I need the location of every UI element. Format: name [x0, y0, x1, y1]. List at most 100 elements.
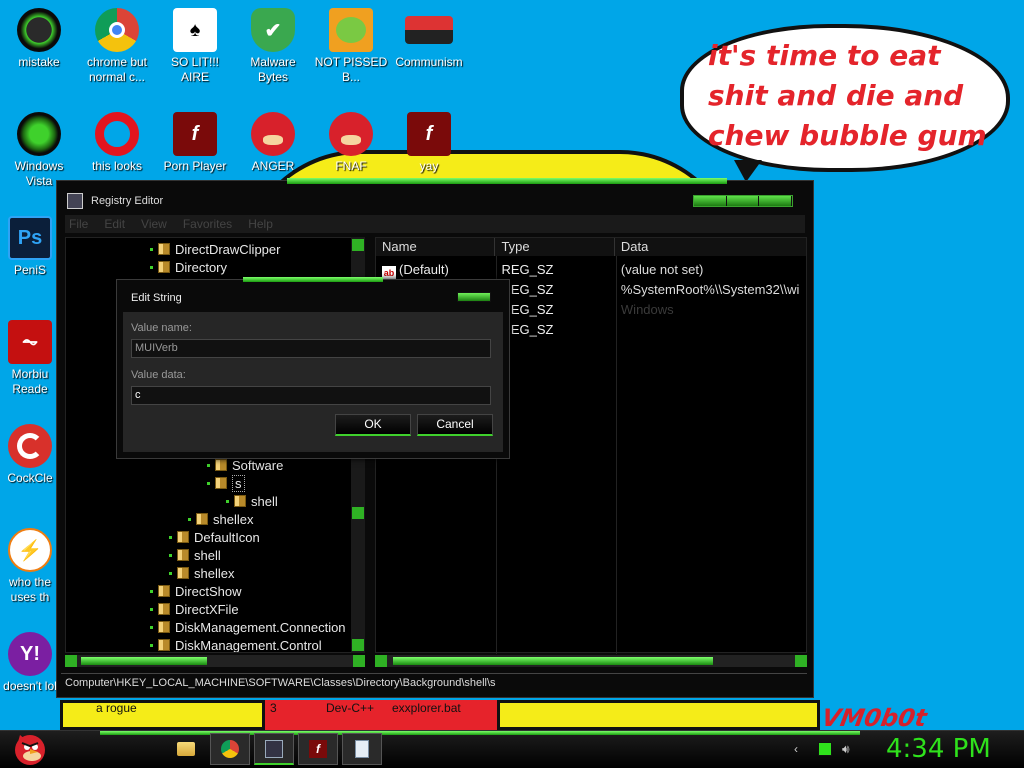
desktop-icon-yay[interactable]: f yay — [390, 112, 468, 174]
speech-bubble-tail — [734, 160, 762, 182]
photoshop-icon: Ps — [8, 216, 52, 260]
taskbar-chrome[interactable] — [210, 733, 250, 765]
desktop-icon-label: Communism — [395, 55, 463, 69]
column-data[interactable]: Data — [615, 238, 806, 256]
menu-file[interactable]: File — [69, 215, 88, 233]
desktop-icon-who-the[interactable]: ⚡ who the uses th — [0, 528, 60, 605]
angry-bird-icon — [251, 112, 295, 156]
value-row[interactable]: ab (Default) REG_SZ (value not set) — [376, 260, 806, 280]
close-button[interactable] — [759, 196, 793, 206]
menu-edit[interactable]: Edit — [104, 215, 125, 233]
column-type[interactable]: Type — [495, 238, 615, 256]
tree-item[interactable]: DefaultIcon — [169, 528, 260, 546]
tree-connector — [150, 247, 153, 251]
desktop-icon-label: Morbiu Reade — [11, 367, 49, 396]
tree-connector — [150, 589, 153, 593]
flash-icon: f — [309, 740, 327, 758]
scroll-right-button[interactable] — [795, 655, 807, 667]
scroll-left-button[interactable] — [65, 655, 77, 667]
angry-pig-icon — [329, 8, 373, 52]
taskbar-regedit[interactable] — [254, 733, 294, 765]
value-data — [615, 320, 806, 340]
scroll-left-button[interactable] — [375, 655, 387, 667]
tree-item[interactable]: DiskManagement.Connection — [150, 618, 346, 636]
opera-icon — [95, 112, 139, 156]
desktop-icon-fnaf[interactable]: FNAF — [312, 112, 390, 174]
value-data-field[interactable]: c — [131, 386, 491, 405]
folder-icon — [158, 621, 170, 633]
taskbar-notepad[interactable] — [342, 733, 382, 765]
wallpaper-label: Dev-C++ — [326, 701, 375, 715]
taskbar-flash[interactable]: f — [298, 733, 338, 765]
tree-connector — [188, 517, 191, 521]
scroll-thumb[interactable] — [81, 657, 207, 665]
maximize-button[interactable] — [726, 196, 760, 206]
taskbar-explorer[interactable] — [166, 733, 206, 765]
desktop-icon-anger[interactable]: ANGER — [234, 112, 312, 174]
window-controls[interactable] — [693, 195, 793, 207]
menu-help[interactable]: Help — [248, 215, 273, 233]
desktop-icon-not-pissed[interactable]: NOT PISSED B... — [312, 8, 390, 85]
regedit-icon — [265, 739, 283, 758]
desktop-icon-communism[interactable]: Communism — [390, 8, 468, 70]
tree-horizontal-scrollbar[interactable] — [65, 655, 365, 667]
desktop-icon-malwarebytes[interactable]: ✔ Malware Bytes — [234, 8, 312, 85]
scroll-right-button[interactable] — [353, 655, 365, 667]
folder-icon — [215, 477, 227, 489]
list-horizontal-scrollbar[interactable] — [375, 655, 807, 667]
tree-item-label: DiskManagement.Control — [175, 637, 322, 653]
wallpaper-label: a rogue — [96, 701, 137, 715]
folder-icon — [177, 549, 189, 561]
speech-bubble-text: it's time to eat shit and die and chew b… — [708, 39, 987, 152]
tray-show-hidden-icon[interactable]: ‹ — [794, 742, 798, 756]
cancel-button[interactable]: Cancel — [417, 414, 493, 436]
folder-icon — [177, 531, 189, 543]
tree-item[interactable]: shell — [169, 546, 221, 564]
window-title-bar[interactable]: Registry Editor — [67, 193, 163, 209]
tree-item[interactable]: DirectDrawClipper — [150, 240, 280, 258]
desktop-icon-chrome[interactable]: chrome but normal c... — [78, 8, 156, 85]
dialog-close-button[interactable] — [457, 292, 491, 302]
desktop-icon-windows-vista[interactable]: Windows Vista — [0, 112, 78, 189]
tree-item[interactable]: DirectShow — [150, 582, 241, 600]
tree-item[interactable]: Directory — [150, 258, 227, 276]
angry-bird-start-icon — [15, 735, 45, 765]
minimize-button[interactable] — [694, 196, 727, 206]
tree-item[interactable]: DirectXFile — [150, 600, 239, 618]
value-type: REG_SZ — [501, 302, 554, 317]
volume-icon[interactable]: 🔊︎ — [842, 742, 850, 756]
desktop-icon-mistake[interactable]: mistake — [0, 8, 78, 70]
status-bar: Computer\HKEY_LOCAL_MACHINE\SOFTWARE\Cla… — [61, 673, 807, 691]
desktop-icon-porn-player[interactable]: f Porn Player — [156, 112, 234, 174]
column-name[interactable]: Name — [376, 238, 496, 256]
scroll-up-button[interactable] — [352, 239, 364, 251]
menu-view[interactable]: View — [141, 215, 167, 233]
desktop-icon-morbius-reader[interactable]: ⏦ Morbiu Reade — [0, 320, 60, 397]
folder-icon — [196, 513, 208, 525]
clock[interactable]: 4:34 PM — [886, 734, 991, 764]
desktop-icon-penis[interactable]: Ps PeniS — [0, 216, 60, 278]
tree-item-label: DirectXFile — [175, 601, 239, 617]
tree-item-label: Software — [232, 457, 284, 473]
tree-item[interactable]: shellex — [169, 564, 234, 582]
desktop-icon-so-lit[interactable]: ♠ SO LIT!!! AIRE — [156, 8, 234, 85]
scroll-down-button[interactable] — [352, 639, 364, 651]
desktop-icon-cockcleaner[interactable]: CockCle — [0, 424, 60, 486]
tree-connector — [150, 643, 153, 647]
value-name-field[interactable]: MUIVerb — [131, 339, 491, 358]
desktop-icon-opera[interactable]: this looks — [78, 112, 156, 174]
tree-item[interactable]: shellex — [188, 510, 253, 528]
ok-button[interactable]: OK — [335, 414, 411, 436]
menu-favorites[interactable]: Favorites — [183, 215, 232, 233]
tree-item[interactable]: DiskManagement.Control — [150, 636, 322, 653]
tree-item-selected[interactable]: s — [207, 474, 245, 492]
desktop-icon-label: this looks — [91, 159, 143, 173]
scroll-thumb[interactable] — [393, 657, 713, 665]
start-button[interactable] — [10, 730, 50, 766]
scroll-thumb[interactable] — [352, 507, 364, 519]
tree-item[interactable]: shell — [226, 492, 278, 510]
desktop-icon-doesnt[interactable]: Y! doesn't lol — [0, 632, 60, 694]
network-icon[interactable] — [818, 742, 832, 756]
value-data: %SystemRoot%\\System32\\wi — [620, 282, 800, 297]
tree-item-label: DiskManagement.Connection — [175, 619, 346, 635]
